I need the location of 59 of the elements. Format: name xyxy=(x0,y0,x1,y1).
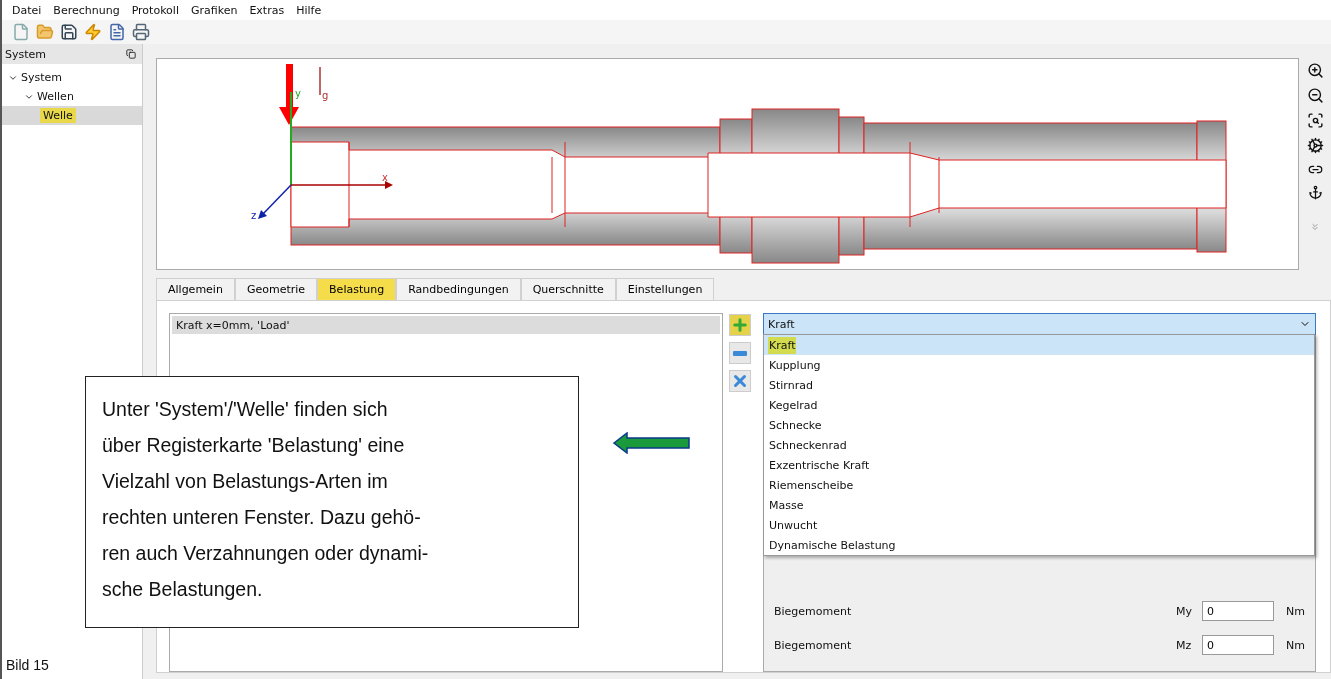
restore-icon[interactable] xyxy=(126,49,136,59)
dropdown-option[interactable]: Riemenscheibe xyxy=(764,475,1314,495)
menu-item[interactable]: Protokoll xyxy=(127,3,183,17)
tree-item[interactable]: Welle xyxy=(2,106,142,125)
dropdown-option[interactable]: Masse xyxy=(764,495,1314,515)
unit-label: Nm xyxy=(1286,604,1305,618)
list-item[interactable]: Kraft x=0mm, 'Load' xyxy=(172,316,720,334)
plus-icon xyxy=(731,316,749,334)
report-icon[interactable] xyxy=(108,23,126,41)
panel-title: System xyxy=(5,47,47,61)
dropdown-option[interactable]: Exzentrische Kraft xyxy=(764,455,1314,475)
menu-item[interactable]: Datei xyxy=(8,3,46,17)
tree-label: System xyxy=(20,70,64,85)
tree-item[interactable]: System xyxy=(2,68,142,87)
remove-button[interactable] xyxy=(729,342,751,364)
tree-label: Wellen xyxy=(36,89,75,104)
tab[interactable]: Randbedingungen xyxy=(396,278,521,300)
zoom-in-icon[interactable] xyxy=(1306,62,1324,79)
property-symbol: Mz xyxy=(1176,638,1193,652)
unit-label: Nm xyxy=(1286,638,1305,652)
menu-item[interactable]: Hilfe xyxy=(292,3,326,17)
minus-icon xyxy=(733,350,747,356)
property-label: Biegemoment xyxy=(774,604,853,618)
lightning-icon[interactable] xyxy=(84,23,102,41)
dropdown-option[interactable]: Dynamische Belastung xyxy=(764,535,1314,555)
value-field[interactable]: 0 xyxy=(1202,601,1275,621)
tab[interactable]: Geometrie xyxy=(234,278,318,300)
annotation-text: Unter 'System'/'Welle' finden sich über Registerkarte 'Belastung' eine Vielzahl von Belastungs-Arten im rechten unteren Fenster. Dazu gehö- ren auch Verzahnungen oder dynami- sche Belastungen. xyxy=(102,397,430,602)
menu-item[interactable]: Extras xyxy=(245,3,289,17)
tab[interactable]: Querschnitte xyxy=(520,278,616,300)
dropdown-option[interactable]: Stirnrad xyxy=(764,375,1314,395)
load-type-dropdown[interactable]: Kraft xyxy=(763,313,1316,335)
dropdown-option[interactable]: Kegelrad xyxy=(764,395,1314,415)
property-label: Biegemoment xyxy=(774,638,853,652)
figure-caption: Bild 15 xyxy=(5,657,50,675)
tab[interactable]: Allgemein xyxy=(156,278,235,300)
dropdown-option[interactable]: Unwucht xyxy=(764,515,1314,535)
anchor-icon[interactable] xyxy=(1307,185,1323,200)
tab[interactable]: Belastung xyxy=(317,278,397,300)
cross-icon xyxy=(731,372,749,390)
dropdown-option[interactable]: Kupplung xyxy=(764,355,1314,375)
menu-item[interactable]: Berechnung xyxy=(49,3,124,17)
dropdown-option[interactable]: Schnecke xyxy=(764,415,1314,435)
dropdown-option[interactable]: Schneckenrad xyxy=(764,435,1314,455)
tree-item[interactable]: Wellen xyxy=(2,87,142,106)
z-axis: z xyxy=(251,184,292,221)
zoom-window-icon[interactable] xyxy=(1306,112,1324,129)
print-icon[interactable] xyxy=(132,23,150,41)
settings-icon[interactable] xyxy=(1306,137,1324,154)
force-arrow xyxy=(279,64,299,125)
value-field[interactable]: 0 xyxy=(1202,635,1275,655)
tree-label: Welle xyxy=(40,108,76,123)
menu-item[interactable]: Grafiken xyxy=(186,3,242,17)
zoom-out-icon[interactable] xyxy=(1306,87,1324,104)
property-symbol: My xyxy=(1176,604,1194,618)
dropdown-option[interactable]: Kraft xyxy=(764,335,1314,355)
save-icon[interactable] xyxy=(60,23,78,41)
tab[interactable]: Einstellungen xyxy=(615,278,715,300)
delete-button[interactable] xyxy=(729,370,751,392)
